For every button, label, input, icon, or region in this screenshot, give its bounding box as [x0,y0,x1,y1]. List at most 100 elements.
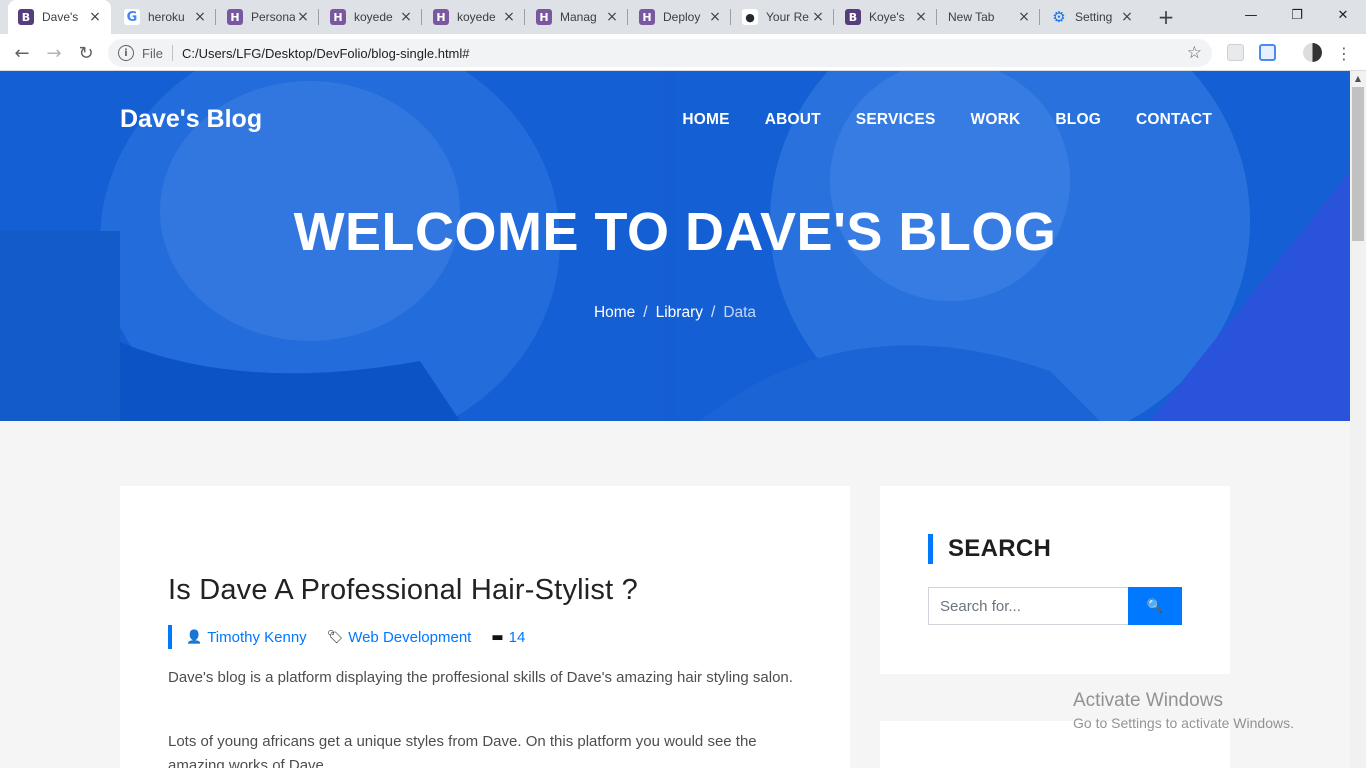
category-name[interactable]: Web Development [348,629,471,646]
gear-icon: ⚙ [1052,8,1066,26]
author-name[interactable]: Timothy Kenny [207,629,307,646]
new-tab-button[interactable]: + [1154,5,1178,29]
close-icon[interactable]: × [398,9,414,25]
tab-heroku-search[interactable]: G heroku × [114,0,216,34]
breadcrumb-home[interactable]: Home [594,304,635,321]
post-meta: 👤 Timothy Kenny 🏷 Web Development ▬ 14 [168,625,545,649]
tab-title: Deploy [663,10,701,24]
github-icon: ● [742,9,758,25]
comment-count[interactable]: 14 [509,629,526,646]
search-widget: SEARCH 🔍 [880,486,1230,674]
tab-title: Dave's [42,10,79,24]
nav-about[interactable]: ABOUT [765,111,821,129]
tab-koyes[interactable]: B Koye's × [835,0,937,34]
nav-work[interactable]: WORK [971,111,1021,129]
scroll-up-icon[interactable]: ▲ [1350,71,1366,87]
close-icon[interactable]: × [192,9,208,25]
close-icon[interactable]: × [1016,9,1032,25]
site-brand[interactable]: Dave's Blog [120,105,262,134]
tab-title: New Tab [948,10,995,24]
tab-personal[interactable]: H Persona × [217,0,319,34]
breadcrumb-library[interactable]: Library [656,304,703,321]
web-page: Dave's Blog HOME ABOUT SERVICES WORK BLO… [0,71,1350,768]
nav-blog[interactable]: BLOG [1055,111,1101,129]
close-icon[interactable]: × [295,9,311,25]
tab-koyede-2[interactable]: H koyede × [423,0,525,34]
tab-title: Manag [560,10,597,24]
tab-your-repos[interactable]: ● Your Re × [732,0,834,34]
back-button[interactable]: ← [8,39,36,67]
post-paragraph: Dave's blog is a platform displaying the… [168,669,793,686]
nav-home[interactable]: HOME [682,111,729,129]
post-category[interactable]: 🏷 Web Development [327,629,472,646]
url-text[interactable]: C:/Users/LFG/Desktop/DevFolio/blog-singl… [182,46,470,61]
tab-title: Setting [1075,10,1113,24]
post-card: Is Dave A Professional Hair-Stylist ? 👤 … [120,486,850,768]
nav-services[interactable]: SERVICES [856,111,936,129]
tag-icon: 🏷 [326,629,344,645]
main-nav: HOME ABOUT SERVICES WORK BLOG CONTACT [682,111,1212,129]
hero-title: WELCOME TO DAVE'S BLOG [293,202,1057,262]
menu-icon[interactable]: ⋮ [1330,39,1358,67]
heroku-icon: H [330,9,346,25]
browser-toolbar: ← → ↻ i File C:/Users/LFG/Desktop/DevFol… [0,34,1366,71]
address-bar[interactable]: i File C:/Users/LFG/Desktop/DevFolio/blo… [108,39,1212,67]
tab-title: Persona [251,10,295,24]
tab-strip: B Dave's × G heroku × H Persona × H koye… [0,0,1366,34]
extension-icon[interactable] [1259,44,1276,61]
nav-contact[interactable]: CONTACT [1136,111,1212,129]
breadcrumb-current: Data [723,304,757,321]
bootstrap-icon: B [845,9,861,25]
post-paragraph: Lots of young africans get a unique styl… [168,733,757,768]
search-input[interactable] [928,587,1128,625]
profile-avatar[interactable] [1303,43,1322,62]
watermark-title: Activate Windows [1073,690,1223,711]
minimize-button[interactable]: — [1228,0,1274,30]
search-button[interactable]: 🔍 [1128,587,1182,625]
page-scrollbar[interactable]: ▲ [1350,71,1366,768]
watermark-subtitle: Go to Settings to activate Windows. [1073,715,1294,731]
reload-button[interactable]: ↻ [72,39,100,67]
search-icon: 🔍 [1146,598,1164,614]
heroku-icon: H [433,9,449,25]
info-icon[interactable]: i [118,45,134,61]
search-widget-title: SEARCH [928,534,1051,564]
windows-activation-watermark: Activate Windows Go to Settings to activ… [1073,690,1294,731]
scrollbar-thumb[interactable] [1352,87,1364,241]
tab-daves-blog[interactable]: B Dave's × [8,0,111,34]
tab-new-tab[interactable]: New Tab × [938,0,1040,34]
google-icon: G [124,9,140,25]
tab-deploy[interactable]: H Deploy × [629,0,731,34]
close-icon[interactable]: × [87,9,103,25]
tab-title: heroku [148,10,185,24]
close-icon[interactable]: × [913,9,929,25]
comment-icon: ▬ [491,629,504,645]
scheme-label: File [142,45,163,61]
tab-koyede-1[interactable]: H koyede × [320,0,422,34]
heroku-icon: H [227,9,243,25]
tab-settings[interactable]: ⚙ Setting × [1041,0,1143,34]
bookmark-star-icon[interactable]: ☆ [1187,43,1202,63]
close-icon[interactable]: × [1119,9,1135,25]
close-icon[interactable]: × [810,9,826,25]
hero-banner: Dave's Blog HOME ABOUT SERVICES WORK BLO… [0,71,1350,421]
post-author[interactable]: 👤 Timothy Kenny [186,629,307,646]
window-close-button[interactable]: ✕ [1320,0,1366,30]
forward-button[interactable]: → [40,39,68,67]
tab-title: koyede [354,10,393,24]
tab-title: Your Re [766,10,809,24]
tab-title: koyede [457,10,496,24]
heroku-icon: H [639,9,655,25]
post-comments[interactable]: ▬ 14 [491,629,525,646]
close-icon[interactable]: × [604,9,620,25]
close-icon[interactable]: × [501,9,517,25]
extension-icon[interactable] [1227,44,1244,61]
tab-manage[interactable]: H Manag × [526,0,628,34]
heroku-icon: H [536,9,552,25]
bootstrap-icon: B [18,9,34,25]
close-icon[interactable]: × [707,9,723,25]
breadcrumb: Home / Library / Data [593,304,757,321]
post-title: Is Dave A Professional Hair-Stylist ? [168,574,638,606]
maximize-button[interactable]: ❐ [1274,0,1320,30]
tab-title: Koye's [869,10,905,24]
